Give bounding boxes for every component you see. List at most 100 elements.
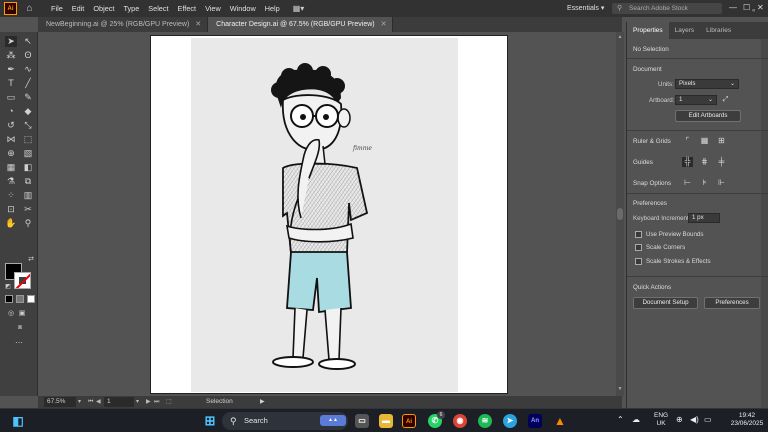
tab-character-design[interactable]: Character Design.ai @ 67.5% (RGB/GPU Pre…	[208, 17, 394, 32]
scale-strokes-effects-checkbox[interactable]	[635, 258, 642, 265]
show-guides-icon[interactable]: ╬	[682, 157, 693, 167]
chrome-icon[interactable]: ◉	[453, 414, 467, 428]
artboard-dropdown-icon[interactable]: ▾	[136, 397, 139, 407]
first-artboard-icon[interactable]: ⏮	[88, 397, 93, 407]
lasso-tool-icon[interactable]: ʘ	[22, 50, 34, 61]
telegram-icon[interactable]: ➤	[503, 414, 517, 428]
close-tab-icon[interactable]: ✕	[381, 21, 387, 28]
scroll-up-icon[interactable]: ▲	[616, 34, 624, 40]
line-tool-icon[interactable]: ╱	[22, 78, 34, 89]
gradient-tool-icon[interactable]: ◧	[22, 162, 34, 173]
tab-libraries[interactable]: Libraries	[700, 22, 737, 39]
menu-help[interactable]: Help	[265, 4, 280, 13]
menu-type[interactable]: Type	[123, 4, 139, 13]
column-graph-tool-icon[interactable]: ▥	[22, 190, 34, 201]
menu-window[interactable]: Window	[230, 4, 256, 13]
type-tool-icon[interactable]: T	[5, 78, 17, 89]
gradient-mode-icon[interactable]	[16, 295, 24, 303]
next-artboard-icon[interactable]: ▶	[146, 397, 151, 407]
hand-tool-icon[interactable]: ✋	[5, 218, 17, 229]
canvas-vertical-scrollbar[interactable]: ▲ ▼	[616, 32, 624, 396]
zoom-tool-icon[interactable]: ⚲	[22, 218, 34, 229]
network-icon[interactable]: ⊕	[676, 416, 683, 424]
stroke-color-swatch[interactable]	[14, 272, 31, 289]
spotify-icon[interactable]: ≋	[478, 414, 492, 428]
weather-icon[interactable]: ☁	[632, 416, 640, 424]
canvas-area[interactable]: fimme	[39, 32, 616, 396]
scroll-thumb[interactable]	[617, 208, 623, 220]
selection-tool-icon[interactable]: ➤	[5, 36, 17, 47]
width-tool-icon[interactable]: ⋈	[5, 134, 17, 145]
none-mode-icon[interactable]	[27, 295, 35, 303]
artboard-dropdown[interactable]: 1 ⌄	[675, 95, 717, 105]
task-view-icon[interactable]: ▭	[355, 414, 369, 428]
battery-icon[interactable]: ▭	[704, 416, 712, 424]
workspace-dropdown[interactable]: Essentials ▾	[567, 4, 604, 12]
units-dropdown[interactable]: Pixels ⌄	[675, 79, 739, 89]
search-highlight-icon[interactable]: ▲▲	[320, 415, 346, 426]
maximize-icon[interactable]: ☐	[743, 3, 750, 12]
last-artboard-icon[interactable]: ⏭	[154, 397, 159, 407]
panel-scrollbar[interactable]	[761, 39, 768, 408]
edit-toolbar-icon[interactable]: ⋯	[13, 337, 25, 348]
grid-icon[interactable]: ▦	[699, 136, 710, 146]
tab-layers[interactable]: Layers	[669, 22, 701, 39]
minimize-icon[interactable]: —	[729, 3, 737, 12]
eyedropper-tool-icon[interactable]: ⚗	[5, 176, 17, 187]
close-tab-icon[interactable]: ✕	[195, 21, 201, 28]
scale-tool-icon[interactable]: ⤡	[22, 120, 34, 131]
magic-wand-tool-icon[interactable]: ⁂	[5, 50, 17, 61]
screen-mode-icon[interactable]: ⧈	[14, 322, 26, 333]
status-menu-icon[interactable]: ▶	[260, 397, 265, 407]
snap-to-glyph-icon[interactable]: ⊩	[716, 178, 727, 188]
stock-search-input[interactable]: ⚲ Search Adobe Stock	[612, 3, 722, 14]
vlc-icon[interactable]: ▲	[553, 414, 567, 428]
rectangle-tool-icon[interactable]: ▭	[5, 92, 17, 103]
menu-view[interactable]: View	[205, 4, 221, 13]
clock[interactable]: 19:42 23/06/2025	[728, 412, 766, 428]
lock-guides-icon[interactable]: ⋕	[699, 157, 710, 167]
artboard[interactable]: fimme	[150, 35, 508, 394]
keyboard-increment-field[interactable]: 1 px	[688, 213, 720, 223]
tray-overflow-icon[interactable]: ⌃	[617, 416, 624, 424]
shape-builder-tool-icon[interactable]: ⊕	[5, 148, 17, 159]
live-paint-tool-icon[interactable]: ▧	[22, 148, 34, 159]
preferences-button[interactable]: Preferences	[704, 297, 760, 309]
curvature-tool-icon[interactable]: ∿	[22, 64, 34, 75]
symbol-sprayer-tool-icon[interactable]: ⁘	[5, 190, 17, 201]
collapse-panels-icon[interactable]: «	[752, 8, 755, 14]
default-colors-icon[interactable]: ◩	[2, 282, 14, 293]
workspace-switcher-icon[interactable]: ▦▾	[293, 4, 311, 14]
scale-corners-checkbox[interactable]	[635, 244, 642, 251]
home-icon[interactable]: ⌂	[24, 3, 35, 14]
eraser-tool-icon[interactable]: ◆	[22, 106, 34, 117]
zoom-dropdown-icon[interactable]: ▾	[78, 397, 81, 407]
swap-colors-icon[interactable]: ⇄	[25, 254, 37, 265]
direct-selection-tool-icon[interactable]: ↖	[22, 36, 34, 47]
menu-file[interactable]: File	[51, 4, 63, 13]
windows-start-icon[interactable]: ⊞	[203, 414, 217, 428]
pen-tool-icon[interactable]: ✒	[5, 64, 17, 75]
volume-icon[interactable]: ◀)	[690, 416, 699, 424]
tab-properties[interactable]: Properties	[627, 22, 669, 39]
perspective-grid-tool-icon[interactable]: ▦	[5, 162, 17, 173]
artboard-options-icon[interactable]: ⤢	[720, 95, 731, 105]
draw-inside-icon[interactable]: ▣	[16, 308, 28, 319]
zoom-level-field[interactable]: 67.5%	[44, 397, 76, 407]
pixel-grid-icon[interactable]: ⊞	[716, 136, 727, 146]
slice-tool-icon[interactable]: ✂	[22, 204, 34, 215]
paintbrush-tool-icon[interactable]: ✎	[22, 92, 34, 103]
color-mode-icon[interactable]	[5, 295, 13, 303]
rotate-tool-icon[interactable]: ↺	[5, 120, 17, 131]
document-setup-button[interactable]: Document Setup	[633, 297, 698, 309]
use-preview-bounds-checkbox[interactable]	[635, 231, 642, 238]
menu-object[interactable]: Object	[93, 4, 114, 13]
close-icon[interactable]: ✕	[757, 3, 764, 12]
file-explorer-icon[interactable]: ▬	[379, 414, 393, 428]
shaper-tool-icon[interactable]: ◔	[5, 106, 17, 117]
animate-icon[interactable]: An	[528, 414, 542, 428]
smart-guides-icon[interactable]: ╪	[716, 157, 727, 167]
artboard-number-field[interactable]: 1	[104, 397, 134, 407]
menu-effect[interactable]: Effect	[178, 4, 197, 13]
widgets-icon[interactable]: ◧	[11, 414, 25, 428]
